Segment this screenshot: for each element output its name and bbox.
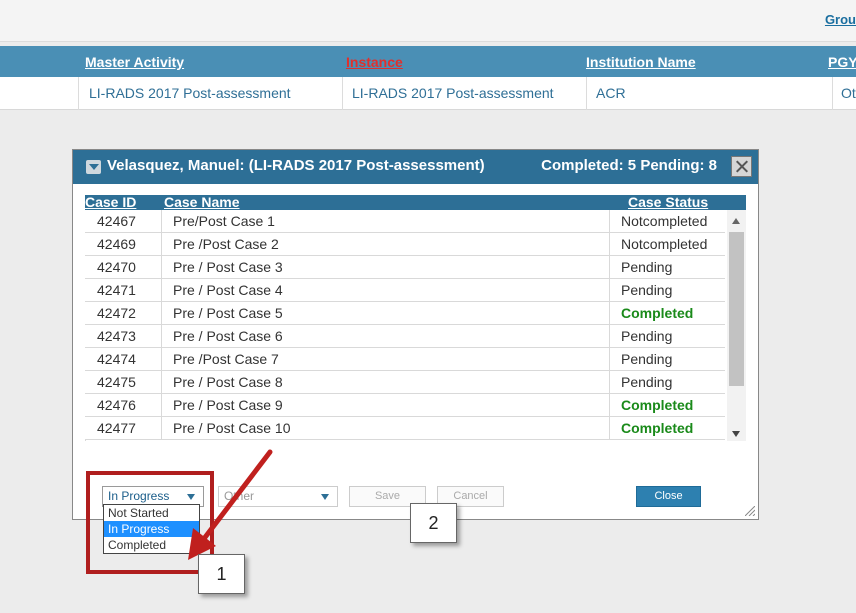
case-id: 42467	[97, 213, 136, 229]
case-id: 42474	[97, 351, 136, 367]
case-name: Pre / Post Case 8	[173, 374, 283, 390]
column-divider	[161, 256, 162, 279]
scroll-up-icon[interactable]	[732, 218, 740, 224]
case-id: 42471	[97, 282, 136, 298]
case-status: Pending	[621, 259, 673, 275]
column-divider	[342, 77, 343, 110]
cell-master-activity: LI-RADS 2017 Post-assessment	[89, 85, 291, 101]
header-case-status[interactable]: Case Status	[628, 195, 708, 210]
case-id: 42470	[97, 259, 136, 275]
close-icon[interactable]	[731, 156, 752, 177]
header-pgy[interactable]: PGY	[828, 54, 856, 70]
main-table-header: Master Activity Instance Institution Nam…	[0, 46, 856, 77]
case-status: Completed	[621, 420, 694, 436]
case-status: Notcompleted	[621, 213, 708, 229]
table-row[interactable]: 42470 Pre / Post Case 3 Pending	[85, 256, 725, 279]
column-divider	[609, 325, 610, 348]
column-divider	[609, 348, 610, 371]
table-row[interactable]: 42472 Pre / Post Case 5 Completed	[85, 302, 725, 325]
column-divider	[161, 210, 162, 233]
scroll-down-icon[interactable]	[732, 431, 740, 437]
cell-pgy: Ot	[841, 85, 856, 101]
column-divider	[78, 77, 79, 110]
header-institution-name[interactable]: Institution Name	[586, 54, 696, 70]
column-divider	[609, 233, 610, 256]
cell-institution-name: ACR	[596, 85, 626, 101]
table-row[interactable]: 42476 Pre / Post Case 9 Completed	[85, 394, 725, 417]
header-master-activity[interactable]: Master Activity	[85, 54, 184, 70]
column-divider	[161, 325, 162, 348]
dialog-header: Velasquez, Manuel: (LI-RADS 2017 Post-as…	[73, 150, 758, 184]
close-button[interactable]: Close	[636, 486, 701, 507]
column-divider	[609, 371, 610, 394]
top-bar: Grou	[0, 0, 856, 42]
column-divider	[609, 394, 610, 417]
other-select[interactable]: Other	[218, 486, 338, 507]
case-name: Pre / Post Case 10	[173, 420, 291, 436]
column-divider	[161, 348, 162, 371]
case-id: 42477	[97, 420, 136, 436]
column-divider	[609, 417, 610, 440]
case-name: Pre / Post Case 5	[173, 305, 283, 321]
case-id: 42475	[97, 374, 136, 390]
case-status: Pending	[621, 282, 673, 298]
dialog-title: Velasquez, Manuel: (LI-RADS 2017 Post-as…	[107, 157, 485, 174]
table-row[interactable]: 42475 Pre / Post Case 8 Pending	[85, 371, 725, 394]
column-divider	[161, 302, 162, 325]
scroll-thumb[interactable]	[729, 232, 744, 386]
case-list: 42467 Pre/Post Case 1 Notcompleted 42469 Pre…	[85, 210, 725, 441]
case-id: 42473	[97, 328, 136, 344]
column-divider	[832, 77, 833, 110]
column-divider	[609, 210, 610, 233]
case-name: Pre / Post Case 3	[173, 259, 283, 275]
case-table-header: Case ID Case Name Case Status	[85, 195, 746, 210]
case-status-dialog: Velasquez, Manuel: (LI-RADS 2017 Post-as…	[72, 149, 759, 520]
case-status: Pending	[621, 351, 673, 367]
table-row[interactable]: 42474 Pre /Post Case 7 Pending	[85, 348, 725, 371]
completion-stats: Completed: 5 Pending: 8	[541, 157, 717, 174]
case-list-scrollbar[interactable]	[727, 210, 746, 441]
case-name: Pre/Post Case 1	[173, 213, 275, 229]
collapse-icon[interactable]	[86, 160, 101, 174]
header-instance[interactable]: Instance	[346, 54, 403, 70]
column-divider	[161, 371, 162, 394]
column-divider	[609, 302, 610, 325]
case-name: Pre / Post Case 9	[173, 397, 283, 413]
table-row[interactable]: 42471 Pre / Post Case 4 Pending	[85, 279, 725, 302]
table-row[interactable]: 42477 Pre / Post Case 10 Completed	[85, 417, 725, 440]
case-id: 42472	[97, 305, 136, 321]
header-case-name[interactable]: Case Name	[164, 195, 240, 210]
highlight-box	[86, 471, 214, 574]
header-case-id[interactable]: Case ID	[85, 195, 136, 210]
table-row[interactable]: 42469 Pre /Post Case 2 Notcompleted	[85, 233, 725, 256]
column-divider	[609, 256, 610, 279]
resize-handle-icon[interactable]	[745, 506, 755, 516]
main-table-row[interactable]: LI-RADS 2017 Post-assessment LI-RADS 201…	[0, 77, 856, 110]
case-status: Completed	[621, 397, 694, 413]
table-row[interactable]: 42473 Pre / Post Case 6 Pending	[85, 325, 725, 348]
case-status: Pending	[621, 374, 673, 390]
case-name: Pre /Post Case 2	[173, 236, 279, 252]
case-name: Pre / Post Case 6	[173, 328, 283, 344]
group-link[interactable]: Grou	[825, 12, 856, 27]
callout-2: 2	[410, 503, 457, 543]
case-id: 42476	[97, 397, 136, 413]
chevron-down-icon	[321, 494, 329, 500]
cell-instance: LI-RADS 2017 Post-assessment	[352, 85, 554, 101]
case-id: 42469	[97, 236, 136, 252]
case-status: Notcompleted	[621, 236, 708, 252]
column-divider	[161, 233, 162, 256]
case-name: Pre / Post Case 4	[173, 282, 283, 298]
table-row[interactable]: 42467 Pre/Post Case 1 Notcompleted	[85, 210, 725, 233]
column-divider	[609, 279, 610, 302]
case-status: Completed	[621, 305, 694, 321]
column-divider	[161, 279, 162, 302]
column-divider	[586, 77, 587, 110]
case-status: Pending	[621, 328, 673, 344]
column-divider	[161, 394, 162, 417]
column-divider	[161, 417, 162, 440]
callout-1: 1	[198, 554, 245, 594]
other-select-value: Other	[224, 489, 255, 503]
case-name: Pre /Post Case 7	[173, 351, 279, 367]
